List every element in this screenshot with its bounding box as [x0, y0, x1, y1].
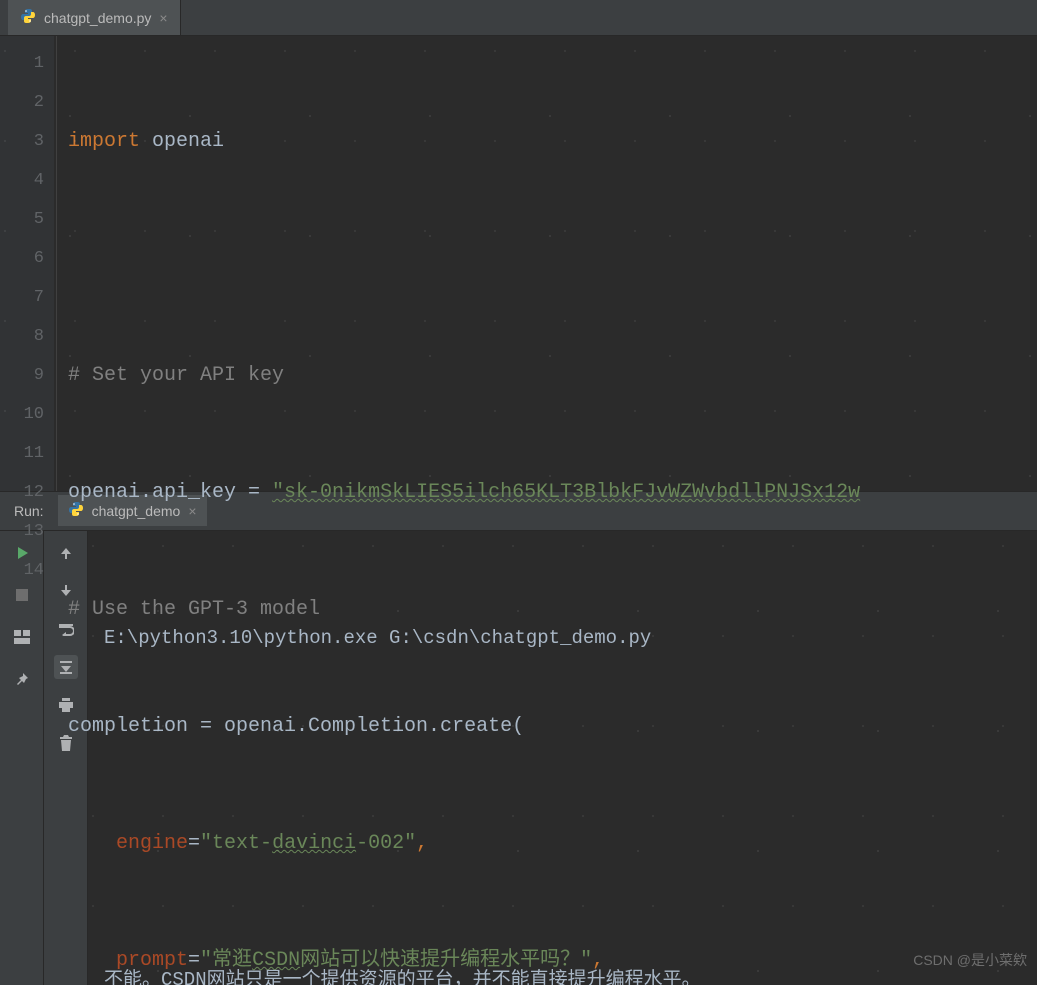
line-number-gutter: 1 2 3 4 5 6 7 8 9 10 11 12 13 14	[0, 36, 54, 491]
line-number: 14	[0, 551, 44, 590]
line-number: 7	[0, 278, 44, 317]
tabbar-spacer	[0, 0, 8, 35]
line-number: 1	[0, 44, 44, 83]
line-number: 10	[0, 395, 44, 434]
code-string: "sk-0nikmSkLIES5ilch65KLT3BlbkFJvWZWvbdl…	[272, 481, 860, 504]
editor-tab-label: chatgpt_demo.py	[44, 10, 151, 26]
console-line: 不能。CSDN网站只是一个提供资源的平台，并不能直接提升编程水平。	[104, 961, 1021, 985]
line-number: 8	[0, 317, 44, 356]
code-keyword: import	[68, 130, 140, 153]
editor-code[interactable]: import openai # Set your API key openai.…	[54, 36, 1037, 491]
pin-button[interactable]	[10, 667, 34, 691]
line-number: 12	[0, 473, 44, 512]
console-line	[104, 733, 1021, 771]
line-number: 2	[0, 83, 44, 122]
console-output[interactable]: E:\python3.10\python.exe G:\csdn\chatgpt…	[88, 531, 1037, 985]
editor-tabbar: chatgpt_demo.py ×	[0, 0, 1037, 36]
console-line: E:\python3.10\python.exe G:\csdn\chatgpt…	[104, 619, 1021, 657]
line-number: 4	[0, 161, 44, 200]
run-actions-toolbar	[0, 531, 44, 985]
line-number: 6	[0, 239, 44, 278]
code-comment: # Set your API key	[68, 364, 284, 387]
console-line	[104, 847, 1021, 885]
python-file-icon	[20, 8, 36, 27]
watermark-text: CSDN @是小菜欸	[913, 941, 1027, 979]
line-number: 3	[0, 122, 44, 161]
editor-area[interactable]: 1 2 3 4 5 6 7 8 9 10 11 12 13 14 import …	[0, 36, 1037, 491]
line-number: 11	[0, 434, 44, 473]
run-console: E:\python3.10\python.exe G:\csdn\chatgpt…	[0, 531, 1037, 985]
line-number: 5	[0, 200, 44, 239]
layout-button[interactable]	[10, 625, 34, 649]
close-icon[interactable]: ×	[159, 10, 167, 26]
editor-tab-chatgpt-demo[interactable]: chatgpt_demo.py ×	[8, 0, 181, 35]
line-number: 9	[0, 356, 44, 395]
code-identifier: openai	[140, 130, 224, 153]
line-number: 13	[0, 512, 44, 551]
code-text: openai.api_key =	[68, 481, 272, 504]
